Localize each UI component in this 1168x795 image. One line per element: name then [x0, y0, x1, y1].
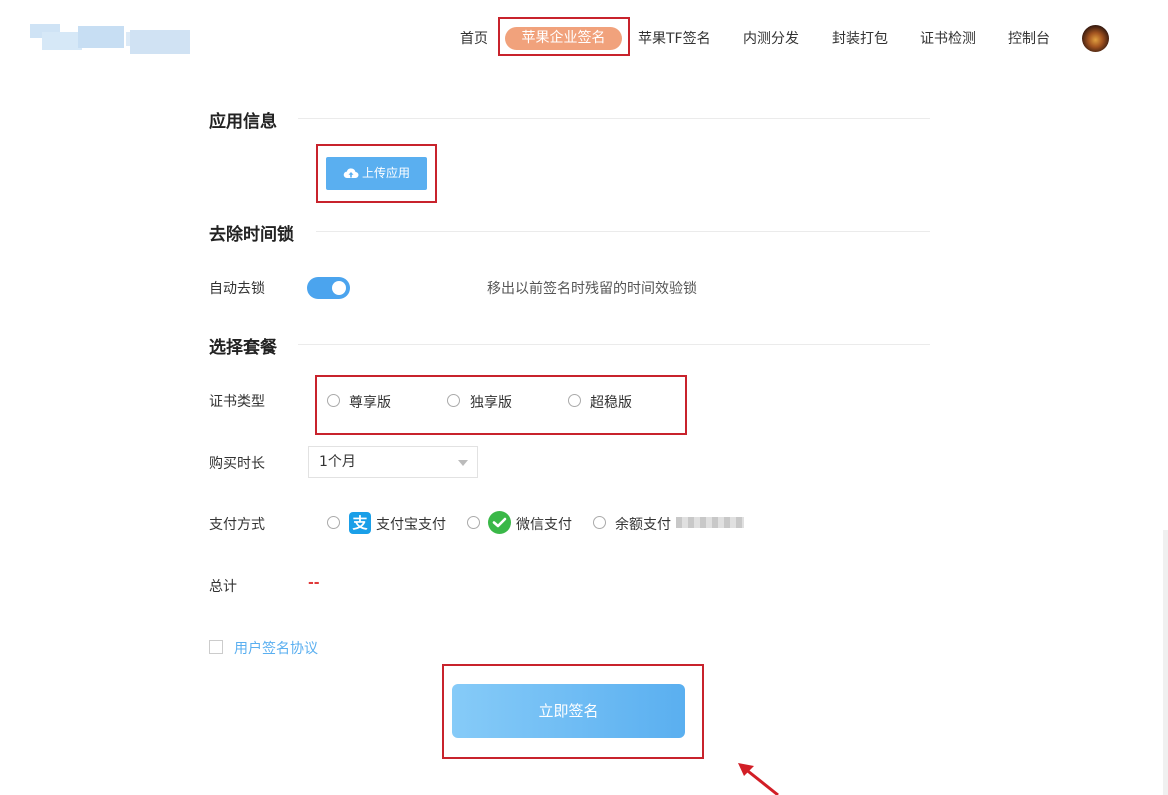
- total-value: --: [308, 575, 320, 591]
- nav-packaging[interactable]: 封装打包: [832, 29, 888, 49]
- agreement-checkbox[interactable]: [209, 640, 223, 654]
- nav-console[interactable]: 控制台: [1008, 29, 1050, 49]
- auto-unlock-hint: 移出以前签名时残留的时间效验锁: [487, 281, 697, 297]
- payment-option-alipay[interactable]: 支付宝支付: [376, 514, 446, 534]
- cert-option-radio-stable[interactable]: [568, 394, 581, 407]
- upload-app-button[interactable]: 上传应用: [326, 157, 427, 190]
- divider: [316, 231, 930, 232]
- cert-option-premium[interactable]: 尊享版: [349, 392, 391, 412]
- payment-radio-alipay[interactable]: [327, 516, 340, 529]
- duration-select[interactable]: 1个月: [308, 446, 478, 478]
- section-title-time-lock: 去除时间锁: [209, 225, 294, 245]
- duration-value: 1个月: [319, 454, 356, 470]
- chevron-down-icon: [458, 460, 468, 466]
- sign-now-button[interactable]: 立即签名: [452, 684, 685, 738]
- payment-option-wechat[interactable]: 微信支付: [516, 514, 572, 534]
- agreement-link[interactable]: 用户签名协议: [234, 638, 318, 658]
- nav-home[interactable]: 首页: [460, 29, 488, 49]
- toggle-knob: [332, 281, 346, 295]
- scrollbar[interactable]: [1163, 530, 1168, 795]
- payment-radio-wechat[interactable]: [467, 516, 480, 529]
- cert-type-label: 证书类型: [209, 394, 265, 410]
- cert-option-radio-premium[interactable]: [327, 394, 340, 407]
- balance-amount-redacted: [676, 517, 744, 528]
- duration-label: 购买时长: [209, 456, 265, 472]
- alipay-icon: 支: [349, 512, 371, 534]
- divider: [298, 344, 930, 345]
- section-title-app-info: 应用信息: [209, 112, 277, 132]
- nav-tf-sign[interactable]: 苹果TF签名: [638, 29, 711, 49]
- cert-option-stable[interactable]: 超稳版: [590, 392, 632, 412]
- cloud-upload-icon: [343, 168, 359, 179]
- divider: [298, 118, 930, 119]
- cert-option-exclusive[interactable]: 独享版: [470, 392, 512, 412]
- nav-cert-check[interactable]: 证书检测: [920, 29, 976, 49]
- upload-app-label: 上传应用: [361, 166, 410, 180]
- total-label: 总计: [209, 579, 237, 595]
- auto-unlock-toggle[interactable]: [307, 277, 350, 299]
- wechat-icon: [488, 511, 511, 534]
- nav-beta-distribution[interactable]: 内测分发: [743, 29, 799, 49]
- cert-option-radio-exclusive[interactable]: [447, 394, 460, 407]
- payment-label: 支付方式: [209, 517, 265, 533]
- auto-unlock-label: 自动去锁: [209, 281, 265, 297]
- avatar[interactable]: [1082, 25, 1109, 52]
- payment-option-balance[interactable]: 余额支付: [615, 514, 671, 534]
- nav-enterprise-sign[interactable]: 苹果企业签名: [505, 27, 622, 50]
- section-title-plan: 选择套餐: [209, 338, 277, 358]
- site-logo[interactable]: [30, 22, 192, 56]
- arrow-annotation-icon: [738, 763, 779, 795]
- payment-radio-balance[interactable]: [593, 516, 606, 529]
